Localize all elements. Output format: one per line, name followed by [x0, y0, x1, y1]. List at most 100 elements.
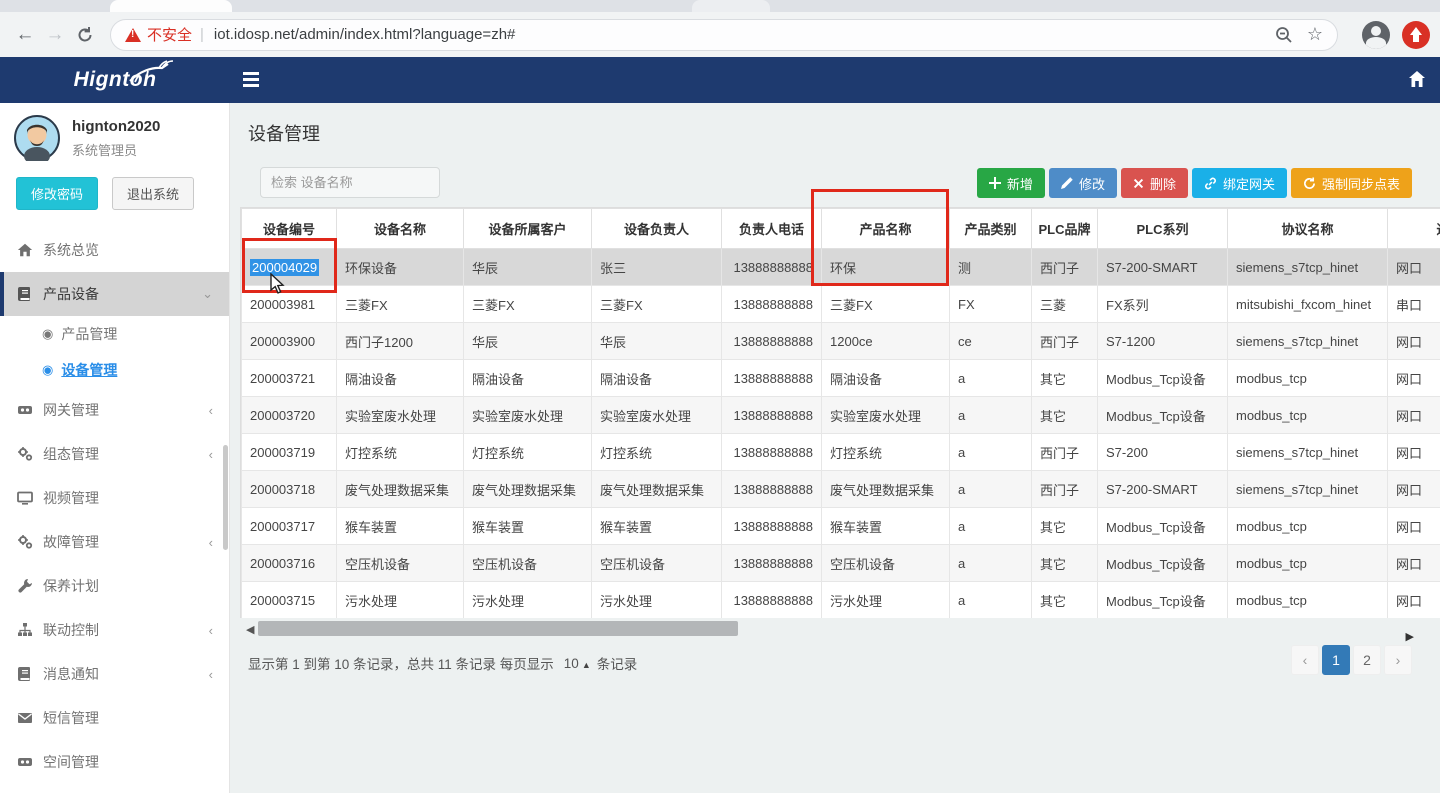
- table-cell: 13888888888: [722, 249, 822, 286]
- page-prev-button[interactable]: ‹: [1291, 645, 1319, 675]
- bookmark-star-icon[interactable]: ☆: [1307, 24, 1323, 45]
- selected-device-id[interactable]: 200004029: [250, 259, 319, 276]
- browser-update-icon[interactable]: [1402, 21, 1430, 49]
- username: hignton2020: [72, 118, 160, 135]
- table-cell: a: [950, 360, 1032, 397]
- column-header-device-name[interactable]: 设备名称: [337, 209, 464, 249]
- table-row[interactable]: 200003721隔油设备隔油设备隔油设备13888888888隔油设备a其它M…: [242, 360, 1440, 397]
- table-cell: 废气处理数据采集: [822, 471, 950, 508]
- column-header-customer[interactable]: 设备所属客户: [464, 209, 592, 249]
- forward-icon[interactable]: →: [40, 20, 70, 50]
- column-header-comm[interactable]: 通讯方式: [1388, 209, 1440, 249]
- table-cell: 13888888888: [722, 323, 822, 360]
- browser-tab[interactable]: [110, 0, 232, 12]
- sidebar-item-configuration[interactable]: 组态管理 ‹: [0, 432, 229, 476]
- table-cell: 三菱FX: [337, 286, 464, 323]
- hscroll-right-arrow-icon[interactable]: ▶: [1406, 630, 1414, 643]
- sidebar: hignton2020 系统管理员 修改密码 退出系统 系统总览 产品设备 ⌄ …: [0, 103, 230, 793]
- sidebar-item-notifications[interactable]: 消息通知 ‹: [0, 652, 229, 696]
- column-header-phone[interactable]: 负责人电话: [722, 209, 822, 249]
- sidebar-item-gateway[interactable]: 网关管理 ‹: [0, 388, 229, 432]
- table-row[interactable]: 200003720实验室废水处理实验室废水处理实验室废水处理1388888888…: [242, 397, 1440, 434]
- column-header-plc-brand[interactable]: PLC品牌: [1032, 209, 1098, 249]
- sidebar-item-product-device[interactable]: 产品设备 ⌄: [0, 272, 229, 316]
- table-cell: Modbus_Tcp设备: [1098, 508, 1228, 545]
- table-cell: 其它: [1032, 582, 1098, 619]
- browser-tab-strip: [0, 0, 1440, 12]
- table-row[interactable]: 200003719灯控系统灯控系统灯控系统13888888888灯控系统a西门子…: [242, 434, 1440, 471]
- sidebar-item-space[interactable]: 空间管理: [0, 740, 229, 784]
- wrench-icon: [16, 578, 33, 595]
- reload-icon[interactable]: [70, 20, 100, 50]
- column-header-protocol[interactable]: 协议名称: [1228, 209, 1388, 249]
- sidebar-item-overview[interactable]: 系统总览: [0, 228, 229, 272]
- page-next-button[interactable]: ›: [1384, 645, 1412, 675]
- gears-icon: [16, 446, 33, 463]
- table-cell: modbus_tcp: [1228, 397, 1388, 434]
- column-header-product-name[interactable]: 产品名称: [822, 209, 950, 249]
- table-cell: 灯控系统: [592, 434, 722, 471]
- table-cell: 实验室废水处理: [592, 397, 722, 434]
- table-row[interactable]: 200003716空压机设备空压机设备空压机设备13888888888空压机设备…: [242, 545, 1440, 582]
- page-size-select[interactable]: 10▲: [564, 656, 591, 671]
- table-cell: 隔油设备: [592, 360, 722, 397]
- sidebar-item-product-management[interactable]: ◉ 产品管理: [0, 316, 229, 352]
- table-cell: 200004029: [242, 249, 337, 286]
- hscroll-left-arrow-icon[interactable]: ◀: [246, 623, 254, 636]
- sidebar-item-fault[interactable]: 故障管理 ‹: [0, 520, 229, 564]
- table-cell: 西门子1200: [337, 323, 464, 360]
- browser-profile-icon[interactable]: [1362, 21, 1390, 49]
- gears-icon: [16, 534, 33, 551]
- column-header-owner[interactable]: 设备负责人: [592, 209, 722, 249]
- column-header-product-category[interactable]: 产品类别: [950, 209, 1032, 249]
- address-bar[interactable]: 不安全 | iot.idosp.net/admin/index.html?lan…: [110, 19, 1338, 51]
- device-table-container: 设备编号 设备名称 设备所属客户 设备负责人 负责人电话 产品名称 产品类别 P…: [240, 207, 1440, 618]
- search-input[interactable]: [260, 167, 440, 198]
- table-cell: 华辰: [464, 323, 592, 360]
- address-separator: |: [200, 26, 204, 43]
- table-row[interactable]: 200003900西门子1200华辰华辰138888888881200cece西…: [242, 323, 1440, 360]
- sidebar-scrollbar[interactable]: [223, 445, 228, 550]
- dot-circle-icon: ◉: [42, 326, 53, 342]
- sidebar-item-maintenance[interactable]: 保养计划: [0, 564, 229, 608]
- pagination: ‹ 1 2 ›: [1291, 645, 1412, 675]
- add-button[interactable]: 新增: [977, 168, 1045, 198]
- table-cell: 张三: [592, 249, 722, 286]
- table-row[interactable]: 200003715污水处理污水处理污水处理13888888888污水处理a其它M…: [242, 582, 1440, 619]
- table-row[interactable]: 200004029环保设备华辰张三13888888888环保测西门子S7-200…: [242, 249, 1440, 286]
- edit-button[interactable]: 修改: [1049, 168, 1117, 198]
- column-header-plc-series[interactable]: PLC系列: [1098, 209, 1228, 249]
- bind-gateway-button[interactable]: 绑定网关: [1192, 168, 1287, 198]
- home-icon[interactable]: [1408, 70, 1426, 88]
- sidebar-item-linkage[interactable]: 联动控制 ‹: [0, 608, 229, 652]
- table-cell: 三菱FX: [822, 286, 950, 323]
- delete-button[interactable]: 删除: [1121, 168, 1188, 198]
- table-cell: a: [950, 397, 1032, 434]
- page-2-button[interactable]: 2: [1353, 645, 1381, 675]
- table-row[interactable]: 200003717猴车装置猴车装置猴车装置13888888888猴车装置a其它M…: [242, 508, 1440, 545]
- url-text[interactable]: iot.idosp.net/admin/index.html?language=…: [214, 26, 1267, 43]
- sidebar-item-label: 组态管理: [43, 444, 99, 464]
- zoom-out-icon[interactable]: [1275, 26, 1293, 44]
- app-logo[interactable]: Hignton: [0, 57, 230, 103]
- back-icon[interactable]: ←: [10, 20, 40, 50]
- sidebar-item-video[interactable]: 视频管理: [0, 476, 229, 520]
- table-row[interactable]: 200003981三菱FX三菱FX三菱FX13888888888三菱FXFX三菱…: [242, 286, 1440, 323]
- menu-toggle-icon[interactable]: [243, 69, 265, 91]
- sidebar-item-label: 保养计划: [43, 576, 99, 596]
- page-1-button[interactable]: 1: [1322, 645, 1350, 675]
- force-sync-button[interactable]: 强制同步点表: [1291, 168, 1412, 198]
- change-password-button[interactable]: 修改密码: [16, 177, 98, 210]
- table-cell: siemens_s7tcp_hinet: [1228, 249, 1388, 286]
- sidebar-item-sms[interactable]: 短信管理: [0, 696, 229, 740]
- horizontal-scrollbar[interactable]: [258, 621, 738, 636]
- column-header-device-id[interactable]: 设备编号: [242, 209, 337, 249]
- insecure-warning-icon: [125, 28, 141, 42]
- browser-tab[interactable]: [692, 0, 770, 12]
- table-cell: 西门子: [1032, 434, 1098, 471]
- sidebar-item-device-management[interactable]: ◉ 设备管理: [0, 352, 229, 388]
- dot-circle-icon: ◉: [42, 362, 53, 378]
- table-row[interactable]: 200003718废气处理数据采集废气处理数据采集废气处理数据采集1388888…: [242, 471, 1440, 508]
- logout-button[interactable]: 退出系统: [112, 177, 194, 210]
- table-cell: 测: [950, 249, 1032, 286]
